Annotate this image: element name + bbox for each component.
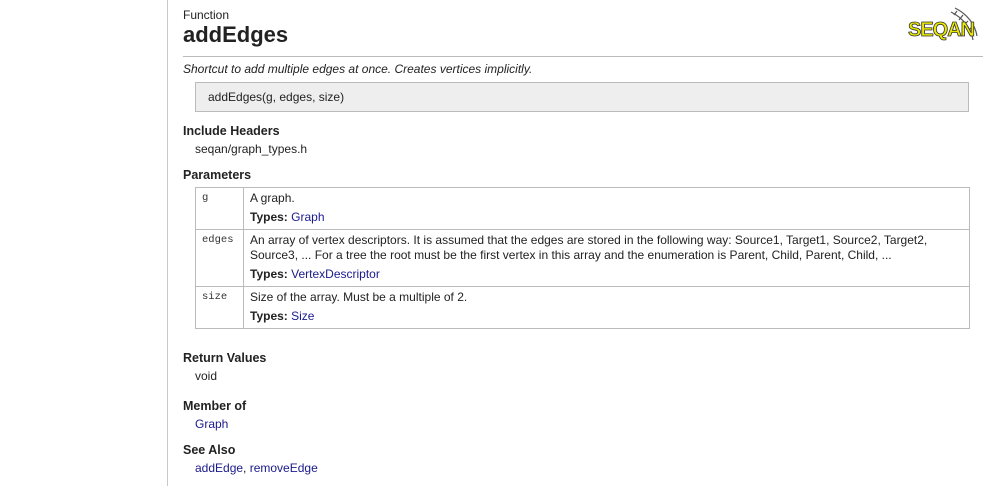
summary-text: Shortcut to add multiple edges at once. …: [183, 62, 533, 76]
return-values-value: void: [195, 369, 218, 383]
sidebar-divider: [167, 0, 168, 486]
see-also-separator: ,: [243, 461, 250, 475]
type-link-vertexdescriptor[interactable]: VertexDescriptor: [291, 267, 380, 281]
param-types: Types: VertexDescriptor: [250, 267, 963, 282]
include-headers-heading: Include Headers: [183, 124, 280, 138]
types-label: Types:: [250, 309, 288, 323]
types-label: Types:: [250, 210, 288, 224]
param-description-cell: A graph. Types: Graph: [243, 187, 970, 230]
see-also-heading: See Also: [183, 443, 236, 457]
parameters-table: g A graph. Types: Graph edges An array o…: [195, 187, 970, 329]
member-of-heading: Member of: [183, 399, 247, 413]
page-title: addEdges: [183, 22, 289, 47]
member-of-value: Graph: [195, 417, 228, 431]
seqan-logo[interactable]: SEQAN: [905, 6, 983, 50]
param-types: Types: Size: [250, 309, 963, 324]
types-label: Types:: [250, 267, 288, 281]
param-description: Size of the array. Must be a multiple of…: [250, 290, 468, 304]
param-description: An array of vertex descriptors. It is as…: [250, 233, 928, 262]
see-also-link-addedge[interactable]: addEdge: [195, 461, 243, 475]
param-description-cell: Size of the array. Must be a multiple of…: [243, 286, 970, 329]
see-also-links: addEdge, removeEdge: [195, 461, 318, 475]
param-description: A graph.: [250, 191, 295, 205]
member-of-link-graph[interactable]: Graph: [195, 417, 228, 431]
item-kind: Function: [183, 8, 230, 22]
table-row: g A graph. Types: Graph: [195, 187, 970, 230]
table-row: size Size of the array. Must be a multip…: [195, 286, 970, 329]
param-name: size: [195, 286, 244, 329]
parameters-heading: Parameters: [183, 168, 252, 182]
signature-box: addEdges(g, edges, size): [195, 82, 969, 112]
table-row: edges An array of vertex descriptors. It…: [195, 229, 970, 287]
type-link-size[interactable]: Size: [291, 309, 314, 323]
param-types: Types: Graph: [250, 210, 963, 225]
include-headers-value: seqan/graph_types.h: [195, 142, 308, 156]
return-values-heading: Return Values: [183, 351, 267, 365]
see-also-link-removeedge[interactable]: removeEdge: [250, 461, 318, 475]
logo-text: SEQAN: [908, 19, 975, 41]
title-divider: [183, 56, 983, 57]
param-name: edges: [195, 229, 244, 287]
signature-text: addEdges(g, edges, size): [208, 90, 345, 104]
param-description-cell: An array of vertex descriptors. It is as…: [243, 229, 970, 287]
param-name: g: [195, 187, 244, 230]
type-link-graph[interactable]: Graph: [291, 210, 324, 224]
